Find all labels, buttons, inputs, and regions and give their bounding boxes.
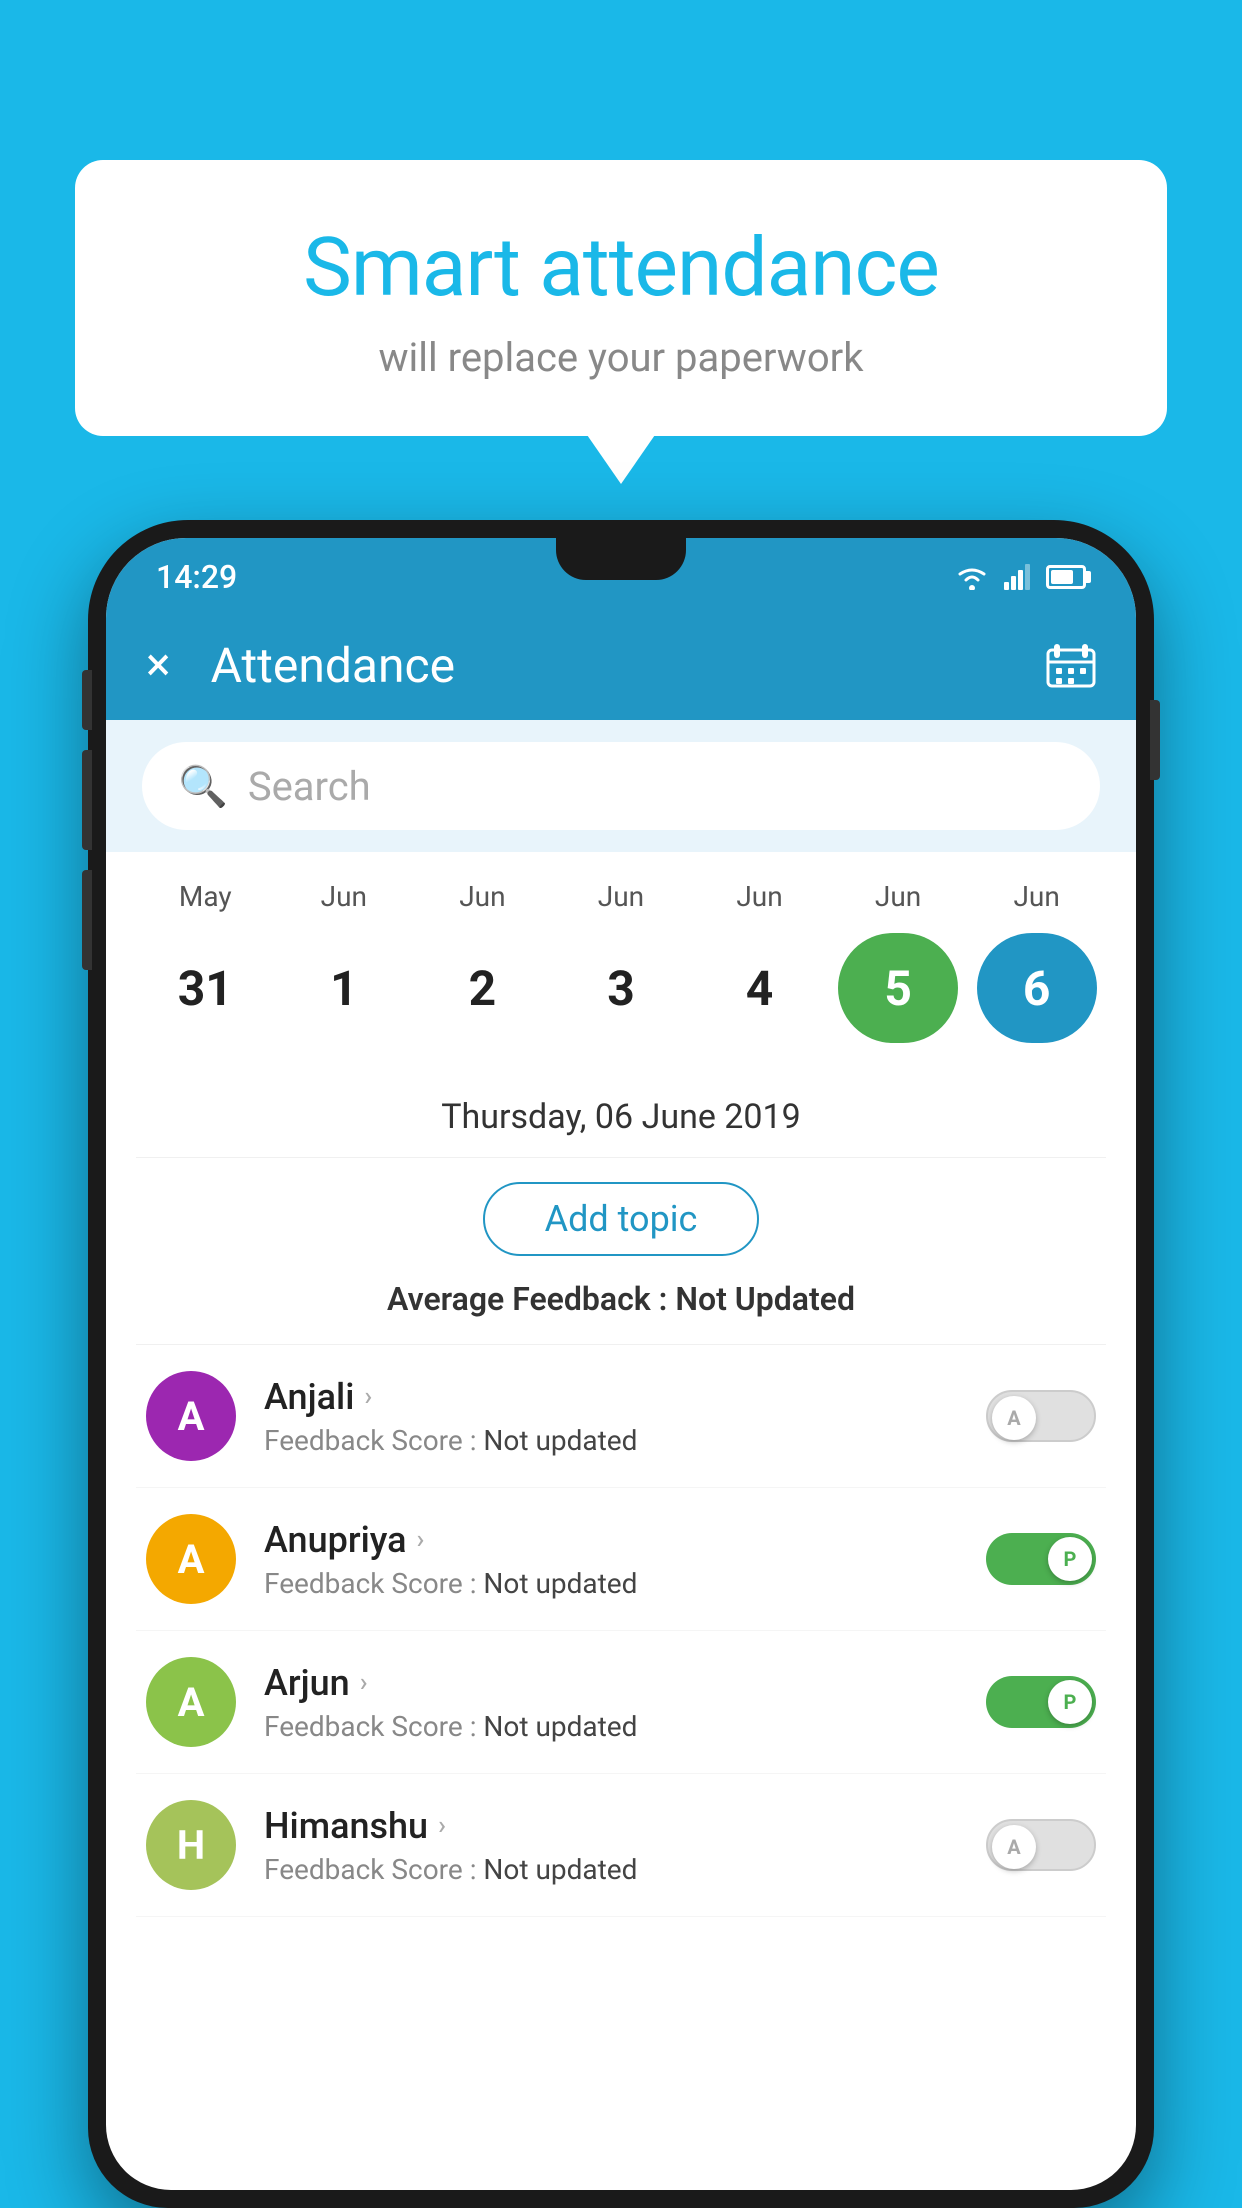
student-info-anupriya: Anupriya › Feedback Score : Not updated	[264, 1519, 958, 1600]
month-0: May	[145, 880, 265, 913]
toggle-anjali[interactable]: A	[986, 1390, 1096, 1442]
month-4: Jun	[700, 880, 820, 913]
feedback-score-himanshu: Feedback Score : Not updated	[264, 1853, 958, 1886]
mute-button	[82, 670, 92, 730]
chevron-himanshu: ›	[438, 1811, 446, 1841]
feedback-score-anupriya: Feedback Score : Not updated	[264, 1567, 958, 1600]
phone-frame: 14:29 ×	[88, 520, 1154, 2208]
month-1: Jun	[284, 880, 404, 913]
student-item-himanshu[interactable]: H Himanshu › Feedback Score : Not update…	[136, 1774, 1106, 1917]
date-4[interactable]: 4	[700, 933, 820, 1043]
search-bar[interactable]: 🔍 Search	[142, 742, 1100, 830]
volume-down-button	[82, 870, 92, 970]
month-6: Jun	[977, 880, 1097, 913]
phone-screen: 14:29 ×	[106, 538, 1136, 2190]
status-icons	[954, 564, 1086, 590]
add-topic-button[interactable]: Add topic	[483, 1182, 760, 1256]
toggle-knob-anjali: A	[992, 1396, 1036, 1440]
content-area: Thursday, 06 June 2019 Add topic Average…	[106, 1073, 1136, 1917]
search-icon: 🔍	[178, 763, 228, 810]
avatar-anjali: A	[146, 1371, 236, 1461]
search-placeholder: Search	[248, 763, 371, 810]
student-info-anjali: Anjali › Feedback Score : Not updated	[264, 1376, 958, 1457]
wifi-icon	[954, 564, 990, 590]
date-3[interactable]: 3	[561, 933, 681, 1043]
student-item-anjali[interactable]: A Anjali › Feedback Score : Not updated …	[136, 1345, 1106, 1488]
avatar-anupriya: A	[146, 1514, 236, 1604]
date-2[interactable]: 2	[422, 933, 542, 1043]
search-bar-container: 🔍 Search	[106, 720, 1136, 852]
date-1[interactable]: 1	[284, 933, 404, 1043]
feedback-score-anjali: Feedback Score : Not updated	[264, 1424, 958, 1457]
calendar-icon[interactable]	[1046, 642, 1096, 688]
chevron-anupriya: ›	[417, 1525, 425, 1555]
bubble-title: Smart attendance	[135, 220, 1107, 316]
chevron-anjali: ›	[364, 1382, 372, 1412]
toggle-knob-arjun: P	[1048, 1680, 1092, 1724]
student-item-arjun[interactable]: A Arjun › Feedback Score : Not updated P	[136, 1631, 1106, 1774]
month-5: Jun	[838, 880, 958, 913]
bubble-subtitle: will replace your paperwork	[135, 334, 1107, 381]
student-name-himanshu: Himanshu ›	[264, 1805, 958, 1847]
toggle-arjun[interactable]: P	[986, 1676, 1096, 1728]
student-name-anupriya: Anupriya ›	[264, 1519, 958, 1561]
average-feedback: Average Feedback : Not Updated	[136, 1280, 1106, 1334]
toggle-anupriya[interactable]: P	[986, 1533, 1096, 1585]
avatar-himanshu: H	[146, 1800, 236, 1890]
phone-notch	[556, 538, 686, 580]
speech-bubble-container: Smart attendance will replace your paper…	[75, 160, 1167, 436]
student-name-arjun: Arjun ›	[264, 1662, 958, 1704]
toggle-knob-anupriya: P	[1048, 1537, 1092, 1581]
toggle-knob-himanshu: A	[992, 1825, 1036, 1869]
student-info-himanshu: Himanshu › Feedback Score : Not updated	[264, 1805, 958, 1886]
date-display: Thursday, 06 June 2019	[136, 1073, 1106, 1158]
months-row: May Jun Jun Jun Jun Jun Jun	[136, 880, 1106, 913]
month-2: Jun	[422, 880, 542, 913]
average-feedback-label: Average Feedback :	[387, 1280, 675, 1318]
student-name-anjali: Anjali ›	[264, 1376, 958, 1418]
date-31[interactable]: 31	[145, 933, 265, 1043]
app-bar: × Attendance	[106, 610, 1136, 720]
date-5-today[interactable]: 5	[838, 933, 958, 1043]
month-3: Jun	[561, 880, 681, 913]
toggle-himanshu[interactable]: A	[986, 1819, 1096, 1871]
volume-up-button	[82, 750, 92, 850]
app-bar-title: Attendance	[211, 637, 1046, 694]
average-feedback-value: Not Updated	[675, 1280, 855, 1318]
chevron-arjun: ›	[360, 1668, 368, 1698]
battery-icon	[1046, 565, 1086, 589]
student-item-anupriya[interactable]: A Anupriya › Feedback Score : Not update…	[136, 1488, 1106, 1631]
signal-icon	[1004, 564, 1032, 590]
date-6-selected[interactable]: 6	[977, 933, 1097, 1043]
close-button[interactable]: ×	[146, 642, 171, 688]
student-list: A Anjali › Feedback Score : Not updated …	[136, 1344, 1106, 1917]
calendar-row: May Jun Jun Jun Jun Jun Jun 31 1 2 3 4 5…	[106, 852, 1136, 1073]
speech-bubble: Smart attendance will replace your paper…	[75, 160, 1167, 436]
dates-row: 31 1 2 3 4 5 6	[136, 923, 1106, 1063]
feedback-score-arjun: Feedback Score : Not updated	[264, 1710, 958, 1743]
avatar-arjun: A	[146, 1657, 236, 1747]
power-button	[1150, 700, 1160, 780]
student-info-arjun: Arjun › Feedback Score : Not updated	[264, 1662, 958, 1743]
status-time: 14:29	[156, 558, 237, 596]
